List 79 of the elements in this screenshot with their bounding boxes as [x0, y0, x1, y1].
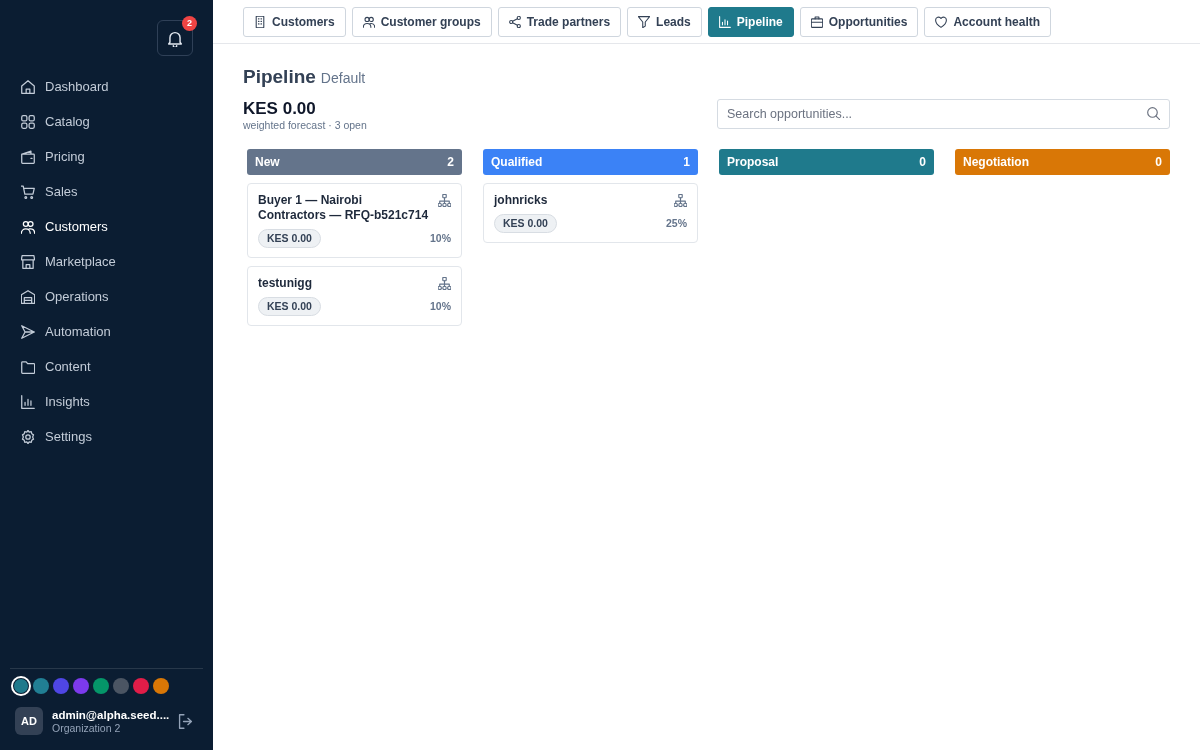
logout-icon[interactable] — [178, 713, 193, 729]
column-count: 1 — [683, 154, 690, 171]
heart-icon — [935, 16, 948, 28]
wallet-icon — [21, 149, 35, 164]
settings-icon — [21, 429, 35, 444]
building-icon — [254, 16, 266, 28]
nav-item[interactable]: Operations — [0, 279, 213, 314]
nav-item[interactable]: Dashboard — [0, 69, 213, 104]
probability: 10% — [430, 298, 451, 314]
cart-icon — [21, 184, 35, 199]
hierarchy-icon — [438, 277, 451, 290]
color-swatch-icon[interactable] — [133, 678, 149, 694]
tab[interactable]: Account health — [924, 7, 1052, 37]
probability: 25% — [666, 215, 687, 231]
column-title: Qualified — [491, 154, 543, 171]
search-icon — [1147, 107, 1160, 120]
color-swatch-icon[interactable] — [73, 678, 89, 694]
nav-item[interactable]: Catalog — [0, 104, 213, 139]
forecast-caption: weighted forecast · 3 open — [243, 119, 367, 132]
color-swatch-icon[interactable] — [53, 678, 69, 694]
bell-icon — [167, 29, 183, 47]
forecast-amount: KES 0.00 — [243, 99, 317, 119]
color-swatch-icon[interactable] — [33, 678, 49, 694]
column-title: New — [255, 154, 280, 171]
amount-tag: KES 0.00 — [258, 297, 321, 316]
amount-tag: KES 0.00 — [258, 229, 321, 248]
tab[interactable]: Trade partners — [497, 7, 622, 37]
opportunity-card[interactable]: testunigg KES 0.00 10% — [247, 266, 462, 326]
tab[interactable]: Customers — [243, 7, 346, 37]
tab[interactable]: Opportunities — [799, 7, 919, 37]
opportunity-card[interactable]: johnricks KES 0.00 25% — [483, 183, 698, 243]
users-icon — [362, 16, 375, 28]
notification-count: 2 — [182, 16, 197, 31]
briefcase-icon — [810, 16, 823, 28]
color-swatch-icon[interactable] — [113, 678, 129, 694]
probability: 10% — [430, 230, 451, 246]
filter-icon — [638, 16, 651, 28]
storefront-icon — [21, 254, 35, 269]
column-count: 2 — [447, 154, 454, 171]
opportunity-card[interactable]: Buyer 1 — Nairobi Contractors — RFQ-b521c714 KES 0.00 10% — [247, 183, 462, 258]
nav-item[interactable]: Insights — [0, 384, 213, 419]
hierarchy-icon — [674, 194, 687, 207]
color-swatch-icon[interactable] — [93, 678, 109, 694]
column-title: Negotiation — [963, 154, 1029, 171]
search-field[interactable]: Search opportunities... — [717, 99, 1170, 129]
user-avatar: AD — [15, 707, 43, 735]
bar-chart-icon — [21, 394, 35, 409]
nav-item[interactable]: Marketplace — [0, 244, 213, 279]
opportunity-title: johnricks — [494, 193, 548, 208]
opportunity-title: testunigg — [258, 276, 312, 291]
tab[interactable]: Pipeline — [707, 7, 794, 37]
paper-plane-icon — [21, 324, 35, 339]
nav-item[interactable]: Pricing — [0, 139, 213, 174]
column-count: 0 — [919, 154, 926, 171]
tab[interactable]: Customer groups — [351, 7, 492, 37]
grid-icon — [21, 114, 35, 129]
user-email: admin@alpha.seed.... — [52, 707, 169, 722]
nav-item[interactable]: Automation — [0, 314, 213, 349]
page-title: Pipeline — [243, 65, 316, 89]
organization-name: Organization 2 — [52, 721, 122, 735]
nav-item[interactable]: Customers — [0, 209, 213, 244]
users-icon — [21, 219, 35, 234]
column-title: Proposal — [727, 154, 779, 171]
color-swatch-icon[interactable] — [153, 678, 169, 694]
tab[interactable]: Leads — [627, 7, 702, 37]
opportunity-title: Buyer 1 — Nairobi Contractors — RFQ-b521c714 — [258, 193, 430, 223]
nav-item[interactable]: Sales — [0, 174, 213, 209]
house-icon — [21, 79, 35, 94]
color-swatch-icon[interactable] — [11, 676, 31, 696]
warehouse-icon — [21, 289, 35, 304]
hierarchy-icon — [438, 194, 451, 207]
column-count: 0 — [1155, 154, 1162, 171]
share-icon — [508, 16, 521, 28]
amount-tag: KES 0.00 — [494, 214, 557, 233]
nav-item[interactable]: Settings — [0, 419, 213, 454]
pipeline-name: Default — [320, 69, 366, 88]
bar-chart-icon — [718, 16, 731, 28]
folder-icon — [21, 359, 35, 374]
nav-item[interactable]: Content — [0, 349, 213, 384]
